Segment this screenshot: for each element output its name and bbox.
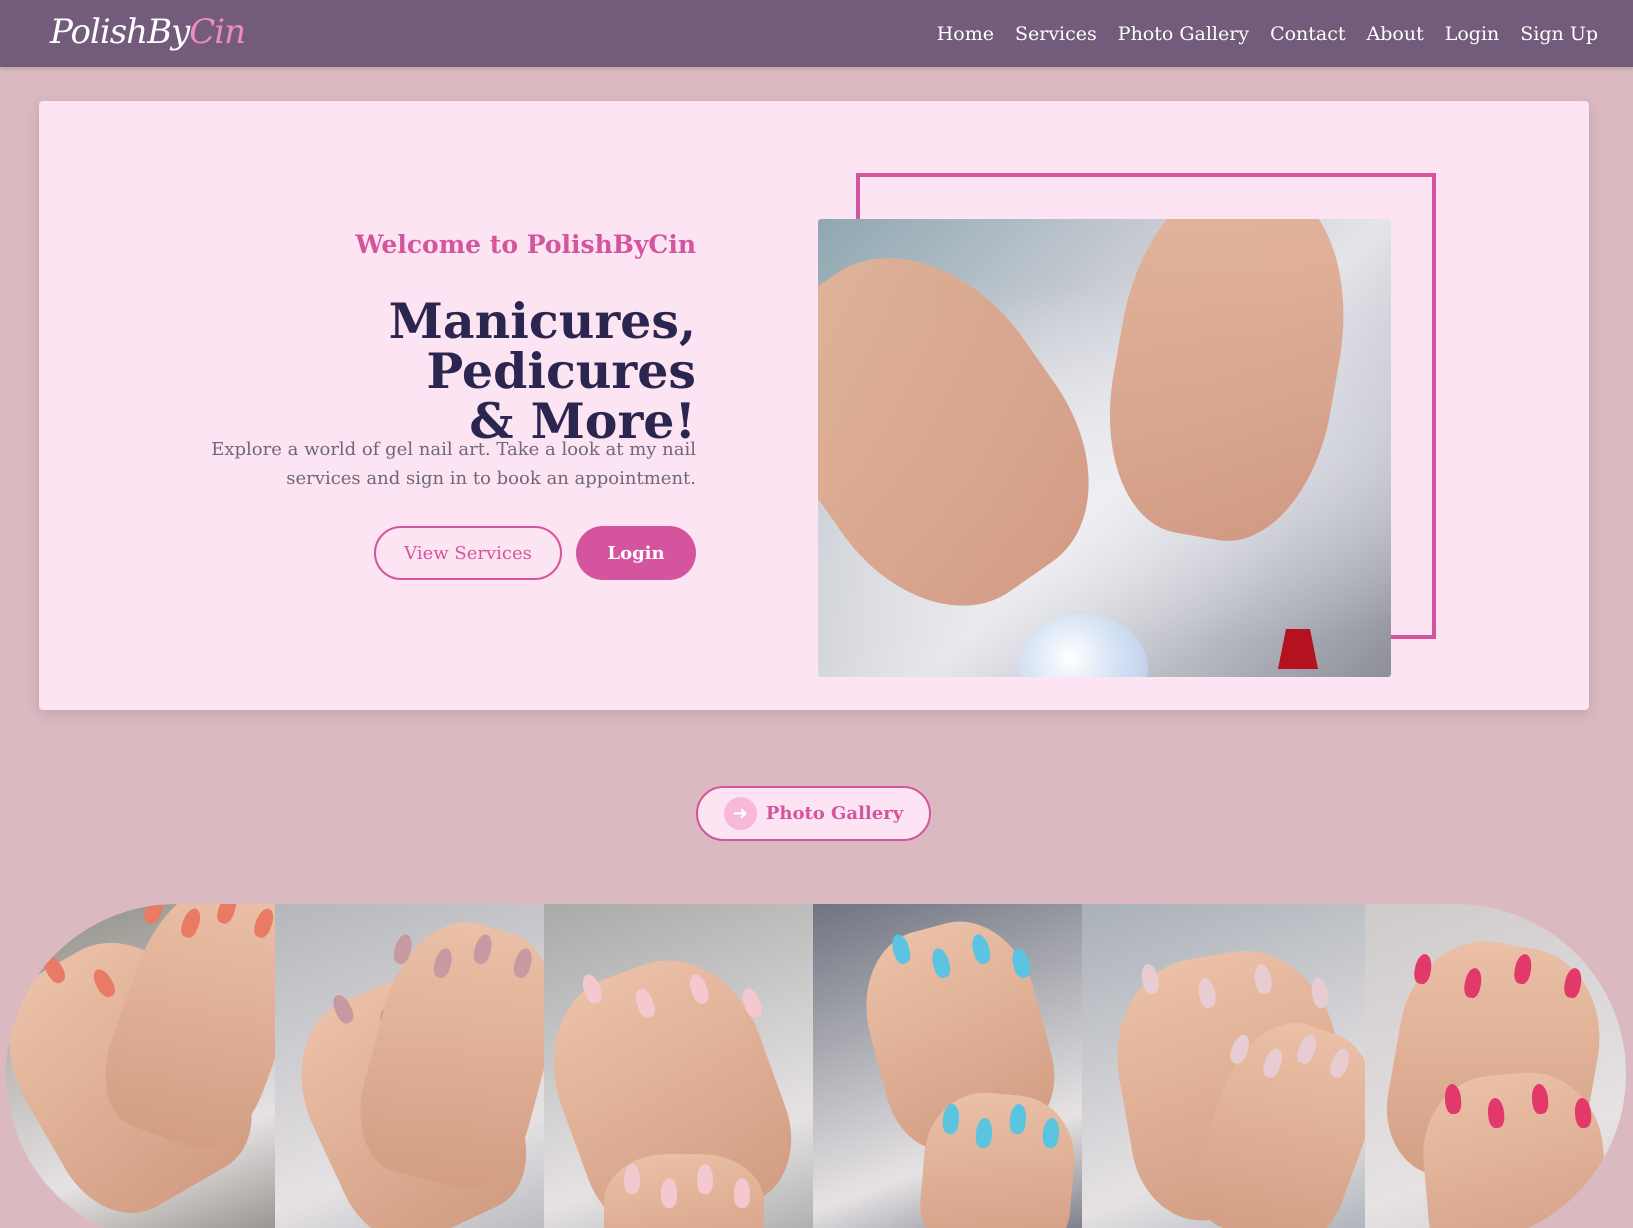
gallery-tile-6[interactable] [1365, 904, 1626, 1228]
photo-gallery-button[interactable]: ➜ Photo Gallery [696, 786, 931, 841]
nav-photo-gallery[interactable]: Photo Gallery [1118, 23, 1249, 45]
gallery-tile-4[interactable] [813, 904, 1082, 1228]
nav-sign-up[interactable]: Sign Up [1520, 23, 1598, 45]
nail-shape [734, 1178, 750, 1208]
welcome-heading: Welcome to PolishByCin [355, 230, 696, 259]
nail-shape [697, 1164, 714, 1194]
gallery-tile-2[interactable] [275, 904, 544, 1228]
nail-shape [624, 1164, 640, 1194]
gallery-tile-1[interactable] [6, 904, 275, 1228]
hand-right [1088, 219, 1368, 556]
gallery-tile-3[interactable] [544, 904, 813, 1228]
nav-home[interactable]: Home [937, 23, 994, 45]
hand-left [818, 219, 1138, 652]
gallery-strip [6, 904, 1626, 1228]
headline-line-1: Manicures, Pedicures [388, 292, 696, 400]
nav-links: Home Services Photo Gallery Contact Abou… [937, 0, 1598, 67]
brand-main: PolishBy [50, 12, 190, 52]
nail-shape [660, 1178, 677, 1208]
arrow-right-icon: ➜ [723, 797, 757, 830]
hero-nail-photo [818, 219, 1391, 677]
photo-gallery-label: Photo Gallery [765, 803, 904, 824]
hero-card: Welcome to PolishByCin Manicures, Pedicu… [39, 101, 1589, 710]
nav-login[interactable]: Login [1445, 23, 1500, 45]
hero-headline: Manicures, Pedicures & More! [136, 296, 696, 446]
ornament-ball [1018, 614, 1148, 677]
gallery-tile-5[interactable] [1082, 904, 1365, 1228]
nav-services[interactable]: Services [1015, 23, 1097, 45]
navbar: PolishByCin Home Services Photo Gallery … [0, 0, 1633, 67]
nav-contact[interactable]: Contact [1270, 23, 1345, 45]
red-ornament-cap [1278, 629, 1318, 669]
hero-description: Explore a world of gel nail art. Take a … [211, 439, 696, 489]
brand-logo[interactable]: PolishByCin [50, 10, 246, 54]
login-button[interactable]: Login [576, 526, 696, 580]
brand-accent: Cin [189, 12, 246, 52]
view-services-button[interactable]: View Services [374, 526, 562, 580]
nav-about[interactable]: About [1367, 23, 1424, 45]
